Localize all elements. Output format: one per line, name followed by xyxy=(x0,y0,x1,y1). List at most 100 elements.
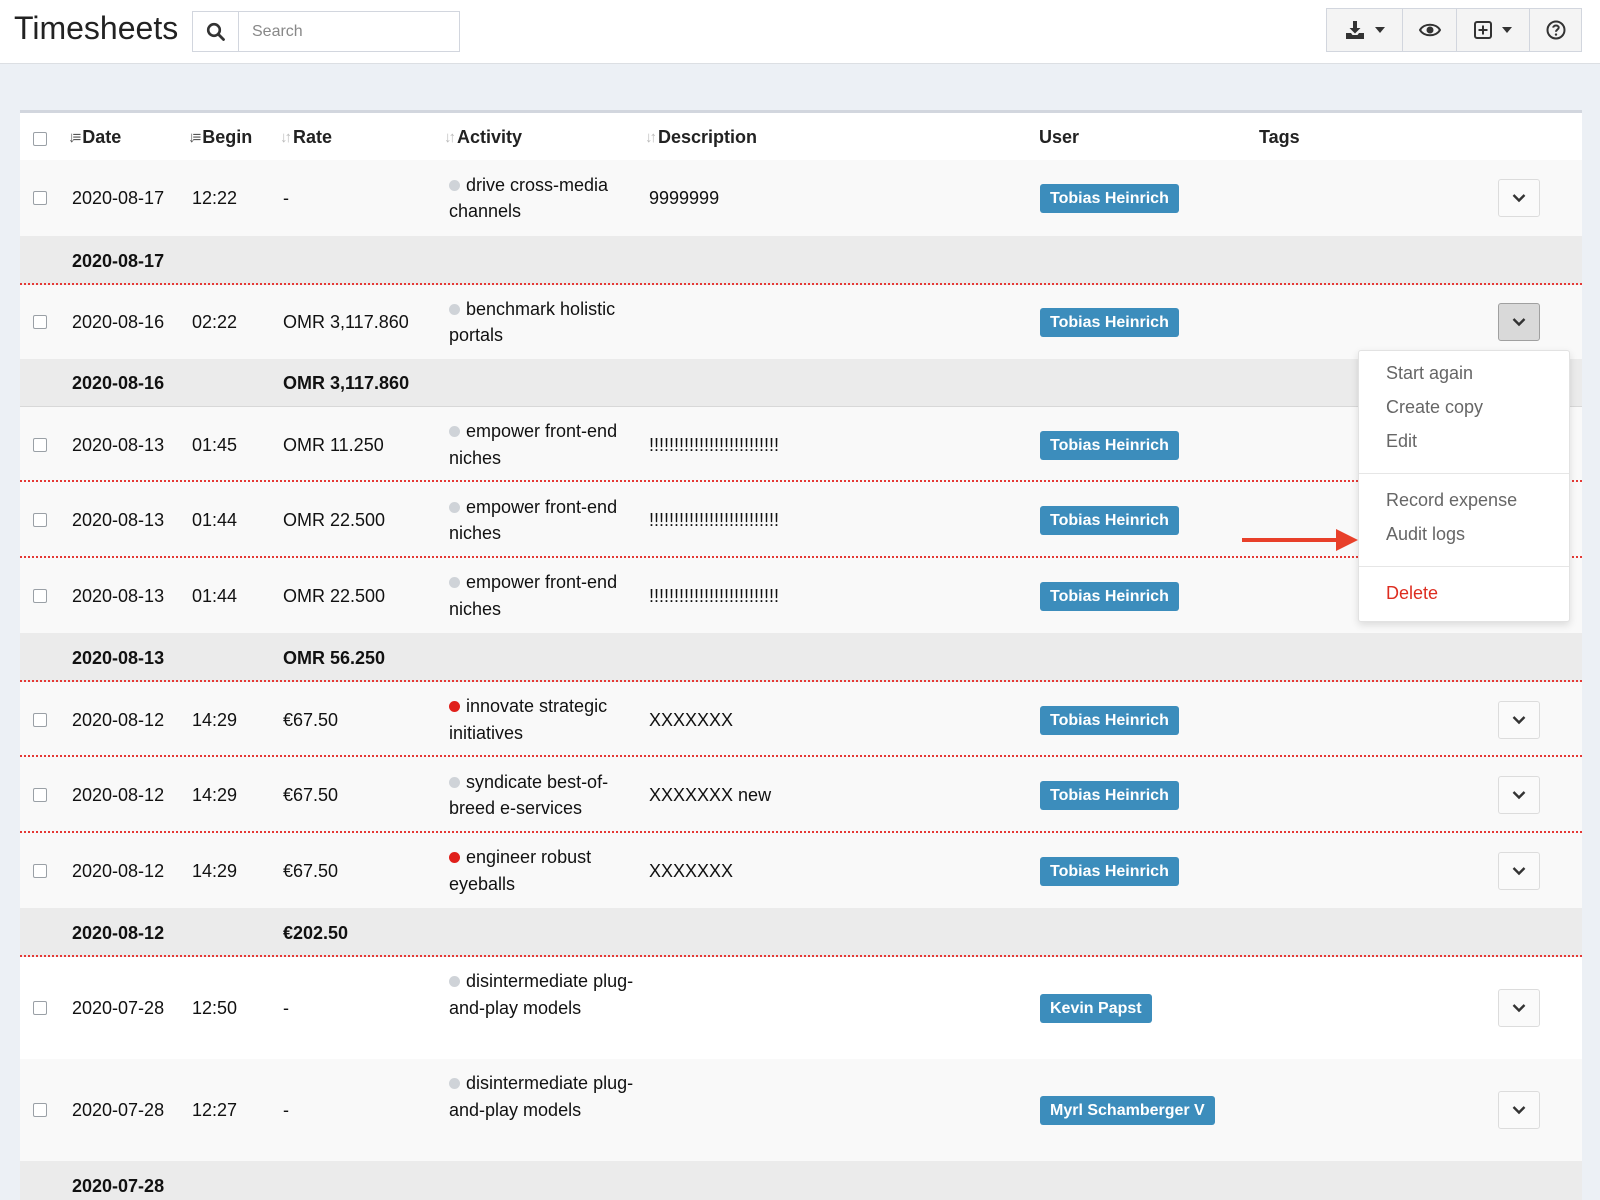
cell-begin: 12:50 xyxy=(192,998,238,1018)
row-checkbox[interactable] xyxy=(33,191,47,205)
user-badge[interactable]: Tobias Heinrich xyxy=(1040,781,1179,810)
row-checkbox[interactable] xyxy=(33,863,47,878)
column-header-label: User xyxy=(1039,127,1080,147)
menu-divider xyxy=(1359,566,1569,567)
cell-activity: innovate strategic initiatives xyxy=(449,693,639,746)
row-checkbox[interactable] xyxy=(33,788,47,802)
activity-label: empower front-end niches xyxy=(449,421,618,468)
cell-rate: - xyxy=(283,998,289,1018)
row-actions-button[interactable] xyxy=(1498,303,1540,341)
user-badge[interactable]: Tobias Heinrich xyxy=(1040,506,1179,535)
table-row: 2020-08-12 14:29 €67.50 engineer robust eye… xyxy=(20,833,1582,908)
cell-begin: 14:29 xyxy=(192,785,238,805)
chevron-down-icon xyxy=(1512,715,1526,724)
column-header-label: Begin xyxy=(202,127,253,147)
cell-rate: €67.50 xyxy=(283,860,339,881)
cell-begin: 01:44 xyxy=(192,585,238,606)
search-button[interactable] xyxy=(193,12,239,51)
row-actions-button[interactable] xyxy=(1498,989,1540,1027)
row-checkbox[interactable] xyxy=(33,437,47,452)
row-actions-button[interactable] xyxy=(1498,1091,1540,1129)
menu-item-edit[interactable]: Edit xyxy=(1386,431,1417,452)
search-icon xyxy=(206,22,225,41)
row-checkbox[interactable] xyxy=(33,712,47,727)
summary-date: 2020-08-16 xyxy=(72,373,165,393)
cell-activity: benchmark holistic portals xyxy=(449,296,639,349)
table-row: 2020-08-13 01:45 OMR 11.250 empower front-e… xyxy=(20,407,1582,482)
menu-item-delete[interactable]: Delete xyxy=(1386,583,1438,604)
menu-item-record-expense[interactable]: Record expense xyxy=(1386,490,1517,511)
download-icon xyxy=(1345,21,1364,39)
cell-rate: - xyxy=(283,188,289,208)
row-actions-button[interactable] xyxy=(1498,700,1540,739)
column-header-user: User xyxy=(1039,127,1079,148)
user-badge[interactable]: Tobias Heinrich xyxy=(1040,856,1179,886)
activity-label: empower front-end niches xyxy=(449,496,618,544)
sort-icon: ↓↑ xyxy=(280,129,292,146)
user-badge[interactable]: Tobias Heinrich xyxy=(1040,581,1179,611)
summary-date: 2020-08-13 xyxy=(72,647,165,668)
visibility-button[interactable] xyxy=(1403,9,1457,51)
user-badge[interactable]: Myrl Schamberger V xyxy=(1040,1096,1215,1125)
row-checkbox[interactable] xyxy=(33,588,47,603)
activity-label: disintermediate plug-and-play models xyxy=(449,1073,634,1120)
user-badge[interactable]: Tobias Heinrich xyxy=(1040,308,1179,337)
cell-date: 2020-08-12 xyxy=(72,709,165,730)
row-actions-menu: Start again Create copy Edit Record expe… xyxy=(1358,350,1570,622)
cell-rate: OMR 22.500 xyxy=(283,585,386,606)
row-checkbox[interactable] xyxy=(33,513,47,527)
cell-date: 2020-07-28 xyxy=(72,998,165,1018)
cell-date: 2020-08-13 xyxy=(72,585,165,606)
table-header: ↓≡ Date ↓≡ Begin ↓↑ Rate ↓↑ Activity ↓↑ … xyxy=(20,113,1582,163)
top-bar: Timesheets xyxy=(0,0,1600,64)
column-header-date[interactable]: ↓≡ Date xyxy=(68,127,121,148)
activity-label: benchmark holistic portals xyxy=(449,298,616,346)
search-input[interactable] xyxy=(239,12,459,51)
summary-row: 2020-08-16 OMR 3,117.860 xyxy=(20,359,1582,407)
create-button[interactable] xyxy=(1457,9,1531,51)
menu-item-audit-logs[interactable]: Audit logs xyxy=(1386,524,1465,545)
export-button[interactable] xyxy=(1327,9,1404,51)
summary-rate: €202.50 xyxy=(283,922,349,943)
annotation-arrow xyxy=(1242,529,1358,551)
cell-begin: 12:27 xyxy=(192,1100,238,1120)
activity-label: syndicate best-of-breed e-services xyxy=(449,771,609,819)
user-badge[interactable]: Tobias Heinrich xyxy=(1040,184,1179,213)
menu-item-start-again[interactable]: Start again xyxy=(1386,363,1473,384)
cell-date: 2020-08-13 xyxy=(72,510,165,530)
user-badge[interactable]: Tobias Heinrich xyxy=(1040,430,1179,460)
row-actions-button[interactable] xyxy=(1498,776,1540,814)
table-row: 2020-08-13 01:44 OMR 22.500 empower front-e… xyxy=(20,558,1582,633)
cell-rate: €67.50 xyxy=(283,785,339,805)
column-header-label: Date xyxy=(82,127,122,147)
cell-activity: engineer robust eyeballs xyxy=(449,844,639,897)
column-header-description[interactable]: ↓↑ Description xyxy=(645,127,757,148)
row-actions-button[interactable] xyxy=(1498,851,1540,890)
row-checkbox[interactable] xyxy=(33,1001,47,1015)
cell-begin: 14:29 xyxy=(192,709,238,730)
activity-label: empower front-end niches xyxy=(449,572,618,619)
summary-rate: OMR 56.250 xyxy=(283,647,386,668)
cell-description: XXXXXXX xyxy=(649,860,734,881)
row-checkbox[interactable] xyxy=(33,315,47,329)
activity-color-dot xyxy=(449,179,460,191)
chevron-down-icon xyxy=(1512,1106,1526,1115)
column-header-begin[interactable]: ↓≡ Begin xyxy=(188,127,252,148)
cell-rate: OMR 22.500 xyxy=(283,510,386,530)
cell-activity: disintermediate plug-and-play models xyxy=(449,1070,639,1123)
column-header-rate[interactable]: ↓↑ Rate xyxy=(280,127,332,148)
cell-begin: 14:29 xyxy=(192,860,238,881)
chevron-down-icon xyxy=(1512,1004,1526,1013)
help-button[interactable] xyxy=(1530,9,1581,51)
user-badge[interactable]: Kevin Papst xyxy=(1040,994,1152,1023)
table-row: 2020-08-17 12:22 - drive cross-media channe… xyxy=(20,160,1582,236)
column-header-activity[interactable]: ↓↑ Activity xyxy=(444,127,522,148)
row-actions-button[interactable] xyxy=(1498,179,1540,217)
select-all-checkbox[interactable] xyxy=(33,132,47,146)
user-badge[interactable]: Tobias Heinrich xyxy=(1040,705,1179,735)
row-checkbox[interactable] xyxy=(33,1103,47,1117)
menu-item-create-copy[interactable]: Create copy xyxy=(1386,397,1483,418)
cell-description: XXXXXXX xyxy=(649,709,734,730)
cell-rate: OMR 3,117.860 xyxy=(283,312,409,332)
cell-rate: €67.50 xyxy=(283,709,339,730)
